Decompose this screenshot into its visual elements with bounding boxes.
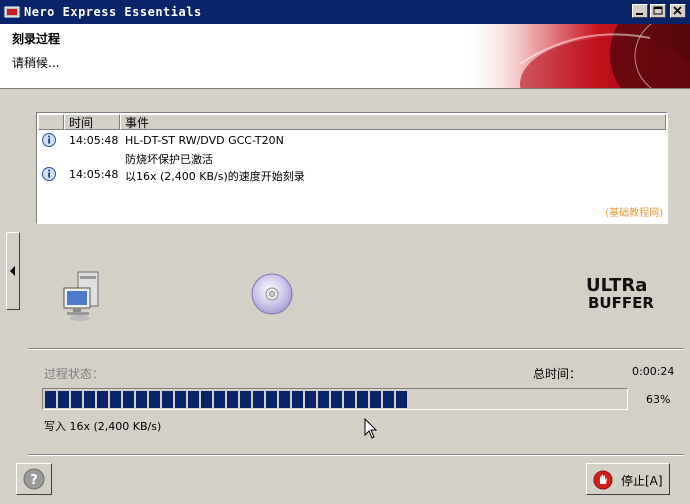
progress-segment [227,391,238,408]
progress-segment [240,391,251,408]
stop-button[interactable]: 停止[A] [586,463,670,495]
speedometer-banner-art [460,24,690,88]
progress-segment [162,391,173,408]
progress-segment [305,391,316,408]
log-row[interactable]: 14:05:48 以16x (2,400 KB/s)的速度开始刻录 [38,166,666,183]
progress-segment [201,391,212,408]
progress-segment [253,391,264,408]
log-column-icon[interactable] [38,114,64,130]
info-icon [42,133,56,147]
log-time: 14:05:48 [69,134,119,147]
event-log-list[interactable]: 时间 事件 14:05:48 HL-DT-ST RW/DVD GCC-T20N … [36,112,668,224]
progress-segment [149,391,160,408]
wizard-header: 刻录过程 请稍候... [0,24,690,89]
progress-fill [44,390,411,408]
progress-segment [188,391,199,408]
log-column-event[interactable]: 事件 [120,114,666,130]
process-status-label: 过程状态： [44,367,105,381]
progress-segment [71,391,82,408]
disc-icon [251,273,293,315]
maximize-icon [653,6,663,15]
log-row[interactable]: 14:05:48 HL-DT-ST RW/DVD GCC-T20N [38,132,666,149]
svg-text:ULTRa: ULTRa [586,275,647,296]
progress-segment [84,391,95,408]
total-time-value: 0:00:24 [632,365,675,378]
divider [28,454,684,456]
total-time-label: 总时间： [533,367,582,381]
log-header: 时间 事件 [38,114,666,130]
page-subtitle: 请稍候... [12,56,60,70]
stop-button-label: 停止[A] [621,474,663,488]
window-title: Nero Express Essentials [24,5,202,19]
watermark-text: (基础教程网) [605,208,663,219]
log-event: HL-DT-ST RW/DVD GCC-T20N [125,134,284,147]
log-time: 14:05:48 [69,168,119,181]
log-row[interactable]: 防烧坏保护已激活 [38,149,666,166]
progress-segment [110,391,121,408]
minimize-icon [636,13,643,15]
close-button[interactable] [670,4,686,18]
svg-text:BUFFER: BUFFER [588,294,654,311]
divider [28,348,684,350]
progress-segment [58,391,69,408]
log-column-time[interactable]: 时间 [64,114,120,130]
progress-segment [214,391,225,408]
progress-segment [292,391,303,408]
progress-segment [266,391,277,408]
collapse-panel-tab[interactable] [6,232,20,310]
arrow-left-icon [10,266,15,276]
progress-segment [396,391,407,408]
progress-segment [383,391,394,408]
mouse-cursor-icon [364,418,378,439]
log-event: 防烧坏保护已激活 [125,153,213,166]
progress-segment [175,391,186,408]
nero-app-icon [4,6,20,18]
title-bar[interactable]: Nero Express Essentials [0,0,690,24]
progress-segment [45,391,56,408]
progress-percent: 63% [646,393,671,406]
progress-segment [97,391,108,408]
ultrabuffer-logo: ULTRa BUFFER [586,275,670,311]
info-icon [42,167,56,181]
computer-icon [63,271,99,321]
nero-window: Nero Express Essentials 刻录过程 请稍候... 时间 事… [0,0,690,504]
maximize-button[interactable] [650,4,666,18]
progress-segment [136,391,147,408]
svg-text:?: ? [30,473,38,488]
help-button[interactable]: ? [16,463,52,495]
minimize-button[interactable] [632,4,648,18]
progress-segment [357,391,368,408]
progress-segment [370,391,381,408]
progress-segment [344,391,355,408]
progress-segment [318,391,329,408]
progress-segment [279,391,290,408]
log-event: 以16x (2,400 KB/s)的速度开始刻录 [125,170,305,183]
page-title: 刻录过程 [12,32,61,46]
close-icon [673,6,682,15]
burn-progress-bar [42,388,628,410]
help-icon: ? [23,468,45,490]
write-speed-text: 写入 16x (2,400 KB/s) [44,420,162,433]
stop-icon [593,470,613,490]
progress-segment [123,391,134,408]
progress-segment [331,391,342,408]
